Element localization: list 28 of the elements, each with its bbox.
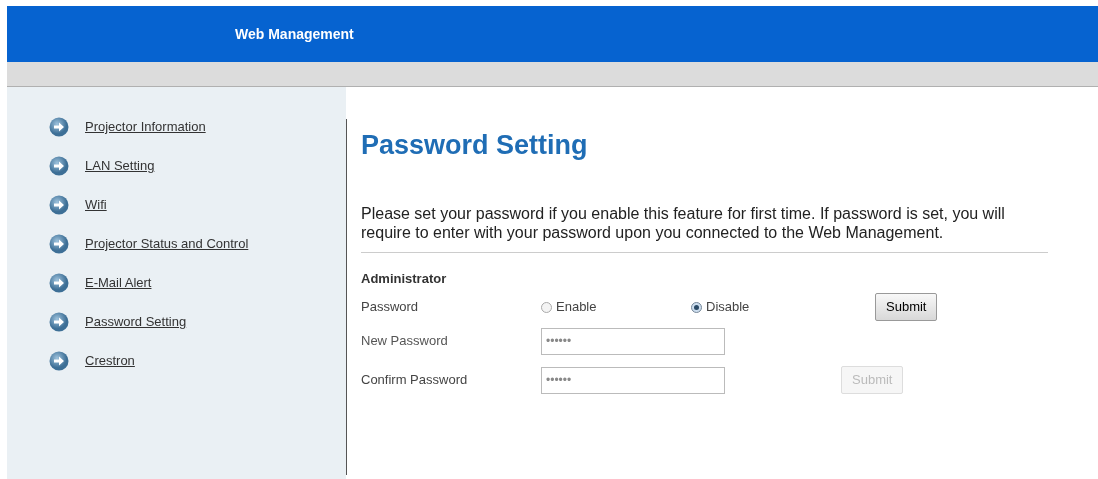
submit-button[interactable]: Submit [875, 293, 938, 321]
sidebar-link[interactable]: Password Setting [85, 312, 187, 332]
arrow-circle-icon [49, 273, 69, 293]
radio-label: Disable [706, 298, 750, 317]
arrow-circle-icon [49, 312, 69, 332]
password-field[interactable]: •••••• [541, 327, 725, 355]
radio-button[interactable] [541, 301, 552, 313]
radio-label: Enable [556, 298, 597, 317]
header-title: Web Management [235, 24, 354, 44]
field-label: Confirm Password [361, 371, 469, 390]
field-label: Password [361, 298, 420, 317]
sidebar-link[interactable]: Projector Information [85, 117, 206, 137]
radio-button[interactable] [691, 301, 702, 313]
arrow-circle-icon [49, 195, 69, 215]
page-title: Password Setting [361, 129, 589, 162]
sidebar-link[interactable]: Projector Status and Control [85, 234, 249, 254]
sidebar-link[interactable]: LAN Setting [85, 156, 155, 176]
arrow-circle-icon [49, 156, 69, 176]
sidebar-link[interactable]: Crestron [85, 351, 135, 371]
section-heading: Administrator [361, 269, 448, 288]
sidebar-link[interactable]: Wifi [85, 195, 107, 215]
sidebar-link[interactable]: E-Mail Alert [85, 273, 152, 293]
password-field[interactable]: •••••• [541, 366, 725, 394]
description-text: Please set your password if you enable this feature for first time. If password is set, you will require to enter with your password upon you connected to the Web Management. [361, 203, 1006, 242]
arrow-circle-icon [49, 351, 69, 371]
field-label: New Password [361, 332, 449, 351]
arrow-circle-icon [49, 234, 69, 254]
arrow-circle-icon [49, 117, 69, 137]
